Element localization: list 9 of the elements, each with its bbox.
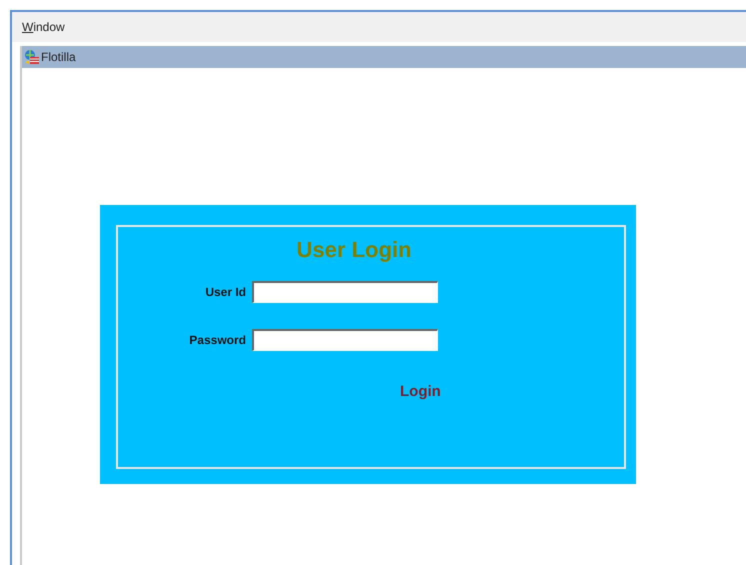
app-icon: [24, 49, 40, 65]
password-field[interactable]: [252, 329, 438, 351]
login-title: User Login: [296, 237, 412, 264]
window-title: Flotilla: [41, 50, 76, 64]
field-label: Password: [188, 333, 247, 347]
field-label: User Id: [204, 285, 247, 299]
menu-item[interactable]: Window: [22, 20, 65, 34]
user-id-field[interactable]: [252, 281, 438, 303]
login-button[interactable]: Login: [400, 383, 441, 400]
